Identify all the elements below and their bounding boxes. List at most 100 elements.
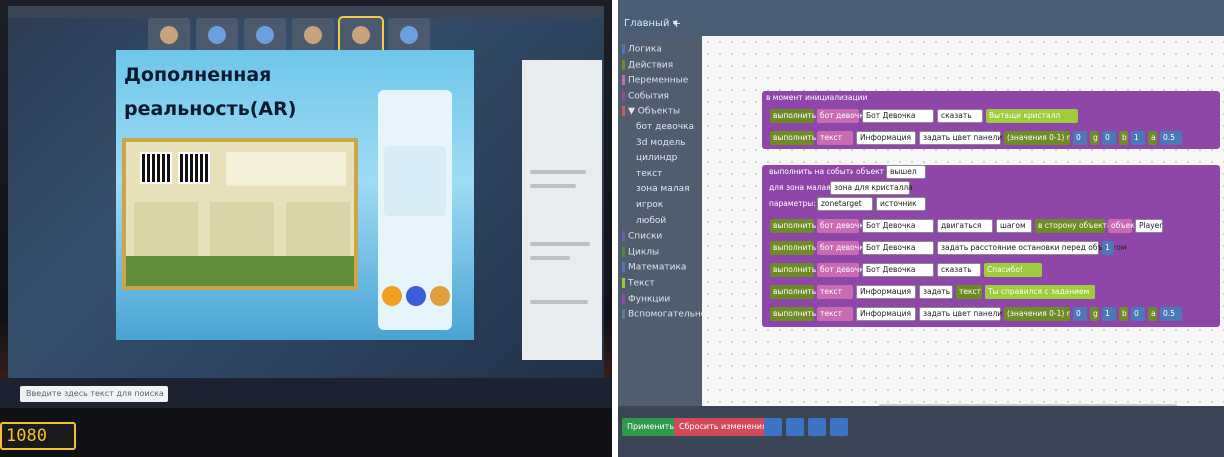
category-item[interactable]: зона малая xyxy=(636,184,690,194)
category-item[interactable]: Логика xyxy=(622,44,662,55)
workspace-tab[interactable]: Главный ▾ xyxy=(624,18,678,29)
reset-changes-button[interactable]: Сбросить изменения xyxy=(674,418,772,436)
category-item[interactable]: Математика xyxy=(622,262,686,273)
category-item[interactable]: События xyxy=(622,90,669,101)
params-label: параметры: xyxy=(766,197,816,211)
r-value-field[interactable]: 0 xyxy=(1073,131,1087,145)
toolbar-icon-button[interactable] xyxy=(786,418,804,436)
b-value-field[interactable]: 0 xyxy=(1131,307,1145,321)
action-dropdown[interactable]: задать цвет панели xyxy=(919,131,1002,145)
link-icon[interactable] xyxy=(382,286,402,306)
qr-code-icon xyxy=(178,152,210,184)
b-label: b xyxy=(1119,131,1128,145)
category-item[interactable]: ▼ Объекты xyxy=(622,106,680,117)
category-color-swatch xyxy=(622,75,625,86)
status-text-block[interactable]: Ты справился с заданием xyxy=(985,285,1095,299)
object-type-dropdown[interactable]: текст xyxy=(817,307,853,321)
execute-label: выполнить xyxy=(770,307,816,321)
object-type-dropdown[interactable]: бот девочка xyxy=(817,109,868,123)
action-dropdown[interactable]: сказать xyxy=(937,263,981,277)
execute-label: выполнить xyxy=(770,263,816,277)
execute-label: выполнить xyxy=(770,285,816,299)
set-action-dropdown[interactable]: задать xyxy=(919,285,953,299)
chat-message xyxy=(530,242,590,246)
toolbar-icon-button[interactable] xyxy=(808,418,826,436)
r-value-field[interactable]: 0 xyxy=(1073,307,1087,321)
slide-grass-strip xyxy=(126,256,354,286)
category-item[interactable]: Действия xyxy=(622,59,674,71)
category-item[interactable]: Циклы xyxy=(622,246,659,257)
action-dropdown[interactable]: сказать xyxy=(937,109,983,123)
category-item[interactable]: бот девочка xyxy=(636,122,694,132)
user-avatar-icon xyxy=(208,26,226,44)
right-photo-block-editor: Главный ▾ + Логика Действия Переменные Собы… xyxy=(618,0,1224,457)
category-label: Списки xyxy=(628,231,663,242)
move-action-dropdown[interactable]: двигаться xyxy=(937,219,993,233)
participant-face-icon xyxy=(352,26,370,44)
object-type-dropdown[interactable]: бот девочка xyxy=(817,241,868,255)
object-type-dropdown[interactable]: бот девочка xyxy=(817,263,868,277)
event-name-dropdown[interactable]: вышел xyxy=(886,165,926,179)
category-item[interactable]: любой xyxy=(636,216,666,226)
stop-distance-value[interactable]: 1 xyxy=(1102,241,1114,255)
category-item[interactable]: цилиндр xyxy=(636,153,677,163)
object-name-field[interactable]: Бот Девочка xyxy=(862,263,934,277)
g-value-field[interactable]: 0 xyxy=(1102,131,1116,145)
object-name-field[interactable]: Бот Девочка xyxy=(862,241,934,255)
category-item[interactable]: игрок xyxy=(636,200,663,210)
a-label: a xyxy=(1148,307,1157,321)
category-item[interactable]: текст xyxy=(636,169,662,179)
toolbar-icon-button[interactable] xyxy=(764,418,782,436)
object-name-field[interactable]: Информация xyxy=(856,307,916,321)
apply-button[interactable]: Применить xyxy=(622,418,680,436)
param-source[interactable]: источник xyxy=(876,197,926,211)
toolbar-icon-button[interactable] xyxy=(830,418,848,436)
social-icon[interactable] xyxy=(406,286,426,306)
category-item[interactable]: Вспомогательное xyxy=(622,309,712,320)
slide-card xyxy=(210,202,274,256)
add-tab-button[interactable]: + xyxy=(672,17,681,30)
object-type-dropdown[interactable]: текст xyxy=(817,131,853,145)
category-item[interactable]: 3d модель xyxy=(636,138,685,148)
g-value-field[interactable]: 1 xyxy=(1102,307,1116,321)
category-color-swatch xyxy=(622,309,625,320)
user-avatar-icon xyxy=(256,26,274,44)
object-type-dropdown[interactable]: текст xyxy=(817,285,853,299)
block-workspace[interactable]: в момент инициализации выполнить бот дево… xyxy=(702,36,1224,406)
category-color-swatch xyxy=(622,90,625,101)
chat-message xyxy=(530,170,586,174)
more-icon[interactable] xyxy=(430,286,450,306)
category-item[interactable]: Функции xyxy=(622,293,670,304)
move-mode-dropdown[interactable]: шагом xyxy=(996,219,1032,233)
object-name-field[interactable]: Информация xyxy=(856,285,916,299)
execute-label: выполнить xyxy=(770,219,816,233)
stop-distance-dropdown[interactable]: задать расстояние остановки перед объект… xyxy=(937,241,1127,255)
slide-card xyxy=(286,202,350,256)
direction-object-dropdown[interactable]: объект xyxy=(1108,219,1139,233)
action-dropdown[interactable]: задать цвет панели xyxy=(919,307,1002,321)
object-name-field[interactable]: Бот Девочка xyxy=(862,219,934,233)
category-color-swatch xyxy=(622,262,625,273)
participant-face-icon xyxy=(304,26,322,44)
object-name-field[interactable]: Бот Девочка xyxy=(862,109,934,123)
category-label: Действия xyxy=(628,60,674,71)
say-text-block[interactable]: Вытащи кристалл xyxy=(986,109,1078,123)
object-name-field[interactable]: Информация xyxy=(856,131,916,145)
category-item[interactable]: Текст xyxy=(622,278,655,289)
taskbar-search-input[interactable]: Введите здесь текст для поиска xyxy=(20,386,168,402)
category-label: Логика xyxy=(628,44,662,55)
b-value-field[interactable]: 1 xyxy=(1131,131,1145,145)
direction-label: в сторону объекта xyxy=(1035,219,1112,233)
slide-card xyxy=(134,202,198,256)
a-value-field[interactable]: 0.5 xyxy=(1160,131,1182,145)
chat-message xyxy=(530,256,570,260)
a-value-field[interactable]: 0.5 xyxy=(1160,307,1182,321)
zone-target-dropdown[interactable]: зона для кристалла xyxy=(830,181,913,195)
say-text-block[interactable]: Спасибо! xyxy=(984,263,1042,277)
direction-target-field[interactable]: Player xyxy=(1135,219,1163,233)
param-zonetarget[interactable]: zonetarget xyxy=(817,197,873,211)
object-type-dropdown[interactable]: бот девочка xyxy=(817,219,868,233)
category-item[interactable]: Списки xyxy=(622,231,662,242)
category-label: текст xyxy=(636,168,663,179)
category-item[interactable]: Переменные xyxy=(622,75,688,86)
